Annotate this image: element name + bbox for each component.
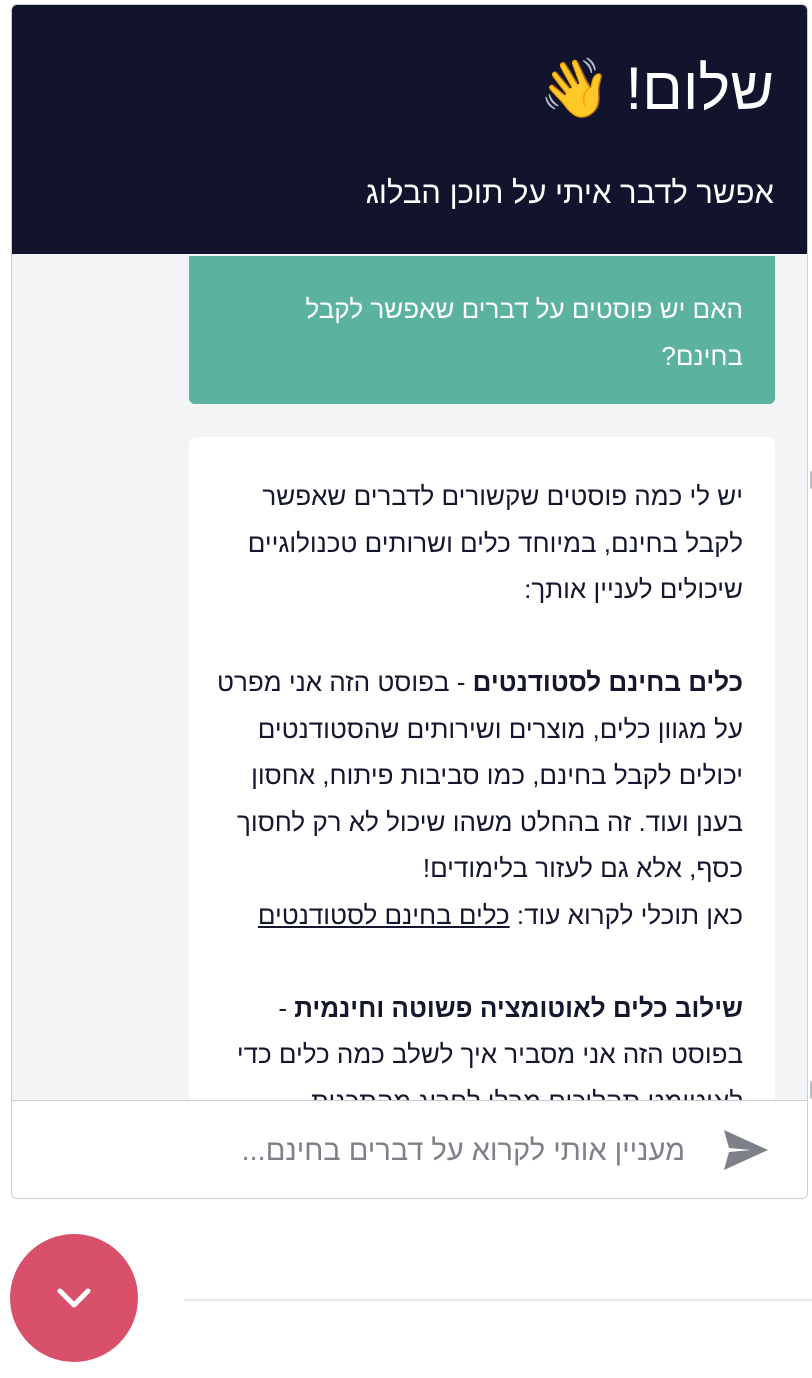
chat-header: שלום! 👋 אפשר לדבר איתי על תוכן הבלוג bbox=[12, 5, 807, 254]
bot-item-separator: - bbox=[278, 992, 295, 1023]
chat-toggle-button[interactable] bbox=[10, 1234, 138, 1362]
bot-item-title: שילוב כלים לאוטומציה פשוטה וחינמית bbox=[294, 992, 743, 1023]
bot-item: כלים בחינם לסטודנטים - בפוסט הזה אני מפר… bbox=[215, 659, 743, 938]
divider bbox=[184, 1299, 812, 1301]
waving-hand-icon: 👋 bbox=[539, 56, 612, 121]
input-bar bbox=[12, 1100, 807, 1198]
send-icon bbox=[724, 1130, 768, 1170]
greeting-title: שלום! 👋 bbox=[539, 53, 774, 125]
header-subtitle: אפשר לדבר איתי על תוכן הבלוג bbox=[365, 175, 774, 210]
message-list[interactable]: האם יש פוסטים על דברים שאפשר לקבל בחינם?… bbox=[12, 254, 807, 1100]
bot-item-description: בפוסט הזה אני מסביר איך לשלב כמה כלים כד… bbox=[236, 1039, 743, 1100]
chevron-down-icon bbox=[57, 1288, 91, 1308]
bot-intro: יש לי כמה פוסטים שקשורים לדברים שאפשר לק… bbox=[247, 481, 743, 604]
chat-window: שלום! 👋 אפשר לדבר איתי על תוכן הבלוג האם… bbox=[11, 4, 808, 1199]
bot-message: יש לי כמה פוסטים שקשורים לדברים שאפשר לק… bbox=[189, 437, 775, 1100]
message-input[interactable] bbox=[123, 1119, 687, 1183]
greeting-text: שלום! bbox=[625, 55, 774, 122]
bot-item-title: כלים בחינם לסטודנטים bbox=[472, 667, 743, 697]
bot-item: שילוב כלים לאוטומציה פשוטה וחינמית - בפו… bbox=[215, 985, 743, 1101]
send-button[interactable] bbox=[721, 1127, 771, 1173]
user-message: האם יש פוסטים על דברים שאפשר לקבל בחינם? bbox=[189, 256, 775, 404]
bot-item-description: בפוסט הזה אני מפרט על מגוון כלים, מוצרים… bbox=[217, 667, 743, 883]
read-more-prefix: כאן תוכלי לקרוא עוד: bbox=[509, 899, 743, 930]
post-link[interactable]: כלים בחינם לסטודנטים bbox=[258, 900, 510, 930]
user-message-text: האם יש פוסטים על דברים שאפשר לקבל בחינם? bbox=[305, 294, 743, 371]
bot-item-separator: - bbox=[449, 667, 473, 697]
